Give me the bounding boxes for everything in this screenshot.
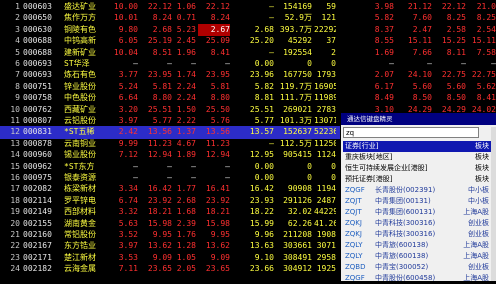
stock-name: 中青旅(600138) bbox=[375, 252, 429, 260]
cell-chg: 2.05 bbox=[176, 264, 196, 274]
search-result-stock[interactable]: ZQBD 中青宝(300052) 创业板 bbox=[343, 262, 491, 273]
stock-name: 中青科技(300316) bbox=[375, 219, 436, 227]
stock-code: ZQKJ bbox=[345, 219, 362, 227]
stock-name: 中青旅(600138) bbox=[375, 241, 429, 249]
search-result-stock[interactable]: ZQLY 中青旅(600138) 上海A股 bbox=[343, 251, 491, 262]
stock-mkt: 上海A股 bbox=[463, 274, 489, 282]
cell-ask: 23.66 bbox=[249, 264, 274, 274]
cell-code: 002182 bbox=[23, 264, 52, 274]
search-result-item[interactable]: 重庆板块[地区] 板块 bbox=[343, 152, 491, 163]
result-label: 预托证券[港股] bbox=[345, 175, 393, 183]
result-label: 恒生可持续发展企业[港股] bbox=[345, 164, 428, 172]
stock-name: 中青集团(600131) bbox=[375, 208, 436, 216]
stock-mkt: 上海A股 bbox=[463, 252, 489, 260]
keyboard-search-input[interactable]: zq bbox=[343, 127, 479, 138]
result-label: 重庆板块[地区] bbox=[345, 153, 393, 161]
result-type: 板块 bbox=[475, 164, 489, 172]
stock-mkt: 创业板 bbox=[468, 219, 489, 227]
cell-name: 云海金属 bbox=[64, 264, 96, 274]
cell-idx: 24 bbox=[10, 264, 20, 274]
stock-mkt: 上海A股 bbox=[463, 241, 489, 249]
search-result-stock[interactable]: ZQGF 长青股份(002391) 中小板 bbox=[343, 185, 491, 196]
stock-name: 中青股份(600458) bbox=[375, 274, 436, 282]
search-result-item[interactable]: 恒生可持续发展企业[港股] 板块 bbox=[343, 163, 491, 174]
search-result-stock[interactable]: ZQJT 中青集团(600131) 上海A股 bbox=[343, 207, 491, 218]
stock-mkt: 创业板 bbox=[468, 263, 489, 271]
cell-price: 23.65 bbox=[147, 264, 172, 274]
stock-name: 中青集团(00131) bbox=[375, 197, 431, 205]
result-label: 证券[行业] bbox=[345, 142, 379, 150]
stock-code: ZQJT bbox=[345, 197, 362, 205]
search-result-item[interactable]: 预托证券[港股] 板块 bbox=[343, 174, 491, 185]
stock-mkt: 中小板 bbox=[468, 186, 489, 194]
result-type: 板块 bbox=[475, 175, 489, 183]
keyboard-spirit-popup: 通达信键盘精灵 zq 证券[行业] 板块 重庆板块[地区] 板块 恒生可持续发展企业[港… bbox=[340, 112, 496, 282]
stock-mkt: 创业板 bbox=[468, 230, 489, 238]
search-result-stock[interactable]: ZQKJ 中青科技(300316) 创业板 bbox=[343, 218, 491, 229]
search-result-item[interactable]: 证券[行业] 板块 bbox=[343, 141, 491, 152]
stock-name: 中青科技(300316) bbox=[375, 230, 436, 238]
search-result-stock[interactable]: ZQLY 中青旅(600138) 上海A股 bbox=[343, 240, 491, 251]
popup-scrollbar[interactable] bbox=[491, 127, 496, 281]
popup-title: 通达信键盘精灵 bbox=[341, 113, 496, 125]
result-type: 板块 bbox=[475, 142, 489, 150]
stock-mkt: 中小板 bbox=[468, 197, 489, 205]
cell-bid: 23.65 bbox=[205, 264, 230, 274]
stock-code: ZQBD bbox=[345, 263, 366, 271]
search-result-stock[interactable]: ZQKJ 中青科技(300316) 创业板 bbox=[343, 229, 491, 240]
stock-code: ZQLY bbox=[345, 252, 363, 260]
cell-vol: 304912 bbox=[283, 264, 312, 274]
search-results-list: 证券[行业] 板块 重庆板块[地区] 板块 恒生可持续发展企业[港股] 板块 预托证券[港股… bbox=[343, 141, 491, 284]
stock-code: ZQJT bbox=[345, 208, 362, 216]
stock-code: ZQKJ bbox=[345, 230, 362, 238]
stock-mkt: 上海A股 bbox=[463, 208, 489, 216]
search-result-stock[interactable]: ZQGF 中青股份(600458) 上海A股 bbox=[343, 273, 491, 284]
cell-cur: 1925 bbox=[316, 264, 336, 274]
search-result-stock[interactable]: ZQJT 中青集团(00131) 中小板 bbox=[343, 196, 491, 207]
result-type: 板块 bbox=[475, 153, 489, 161]
stock-name: 中青宝(300052) bbox=[375, 263, 429, 271]
stock-code: ZQLY bbox=[345, 241, 363, 249]
stock-name: 长青股份(002391) bbox=[375, 186, 436, 194]
cell-pct: 7.11 bbox=[118, 264, 138, 274]
stock-code: ZQGF bbox=[345, 274, 365, 282]
stock-code: ZQGF bbox=[345, 186, 365, 194]
